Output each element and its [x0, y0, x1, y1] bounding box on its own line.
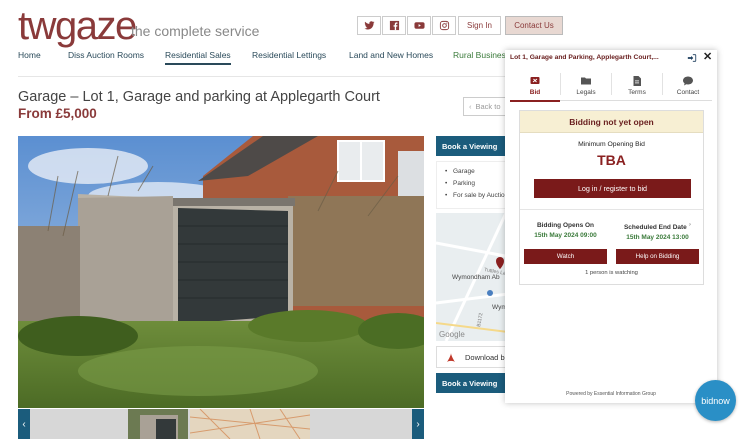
main-nav: Home Diss Auction Rooms Residential Sale… [0, 50, 520, 66]
back-label: Back to [475, 102, 501, 111]
download-label: Download b [465, 352, 505, 362]
widget-title: Lot 1, Garage and Parking, Applegarth Co… [510, 54, 659, 61]
contact-us-button[interactable]: Contact Us [505, 16, 563, 35]
close-icon[interactable]: ✕ [703, 52, 712, 63]
end-block: Scheduled End Date ? 15th May 2024 13:00 [612, 222, 703, 241]
pdf-icon [447, 353, 455, 362]
bidnow-button[interactable]: bidnow [695, 380, 736, 421]
tab-label: Terms [628, 89, 646, 96]
tab-label: Contact [676, 89, 700, 96]
nav-item-diss-auction-rooms[interactable]: Diss Auction Rooms [68, 50, 144, 60]
youtube-icon[interactable] [407, 16, 431, 35]
watch-button[interactable]: Watch [524, 249, 607, 264]
map-poi-icon [487, 290, 493, 296]
tab-legals[interactable]: Legals [561, 67, 611, 101]
chevron-right-icon[interactable]: › [412, 409, 424, 439]
bid-widget: Lot 1, Garage and Parking, Applegarth Co… [505, 50, 717, 403]
page-title: Garage – Lot 1, Garage and parking at Ap… [18, 89, 380, 105]
powered-by[interactable]: Powered by Essential Information Group [505, 391, 717, 397]
nav-item-rural-business[interactable]: Rural Business [453, 50, 510, 60]
help-icon[interactable]: ? [689, 222, 691, 227]
tab-contact[interactable]: Contact [663, 67, 713, 101]
main-photo[interactable] [18, 136, 424, 408]
tab-bid[interactable]: Bid [510, 67, 560, 102]
tab-label: Legals [576, 89, 596, 96]
chevron-left-icon: ‹ [469, 102, 472, 111]
map-road-label-2: B1172 [476, 312, 484, 327]
map-place-label: Wymondham Ab [452, 274, 500, 281]
document-icon [633, 76, 641, 86]
thumbnail-map[interactable] [189, 409, 311, 439]
gavel-icon [530, 77, 540, 84]
nav-item-residential-lettings[interactable]: Residential Lettings [252, 50, 326, 60]
feature-item: For sale by Auction [437, 190, 515, 202]
widget-tabs: Bid Legals Terms Contact [510, 67, 713, 102]
bid-panel: Bidding not yet open Minimum Opening Bid… [519, 110, 704, 285]
instagram-icon[interactable] [432, 16, 456, 35]
feature-list: Garage Parking For sale by Auction [436, 161, 516, 209]
nav-item-residential-sales[interactable]: Residential Sales [165, 50, 231, 65]
login-icon[interactable] [687, 53, 697, 63]
end-label: Scheduled End Date [623, 224, 687, 232]
location-map[interactable]: Tuttles La W B1172 Wymondham Ab Wym Goog… [436, 213, 516, 341]
watching-count: 1 person is watching [585, 270, 638, 276]
opens-label: Bidding Opens On [536, 222, 595, 229]
site-tagline: the complete service [131, 23, 260, 39]
chevron-left-icon[interactable]: ‹ [18, 409, 30, 439]
help-on-bidding-button[interactable]: Help on Bidding [616, 249, 699, 264]
twitter-icon[interactable] [357, 16, 381, 35]
folder-icon [581, 77, 591, 85]
site-logo[interactable]: twgaze [18, 4, 137, 49]
min-bid-value: TBA [597, 152, 626, 168]
min-bid-label: Minimum Opening Bid [578, 141, 645, 148]
login-register-button[interactable]: Log in / register to bid [534, 179, 691, 198]
book-viewing-button[interactable]: Book a Viewing [436, 136, 516, 156]
opens-value: 15th May 2024 09:00 [534, 232, 597, 239]
facebook-icon[interactable] [382, 16, 406, 35]
status-badge: Bidding not yet open [520, 111, 703, 133]
tab-label: Bid [529, 89, 541, 96]
header-divider [18, 76, 518, 77]
thumbnail-strip: ‹ › [18, 409, 424, 439]
nav-item-home[interactable]: Home [18, 50, 41, 60]
panel-divider [520, 209, 703, 210]
feature-item: Garage [437, 166, 515, 178]
feature-item: Parking [437, 178, 515, 190]
download-brochure-button[interactable]: Download b [436, 346, 516, 368]
map-pin-icon [496, 257, 504, 269]
book-viewing-button-2[interactable]: Book a Viewing [436, 373, 516, 393]
sign-in-button[interactable]: Sign In [458, 16, 501, 35]
listing-price: From £5,000 [18, 106, 97, 121]
end-value: 15th May 2024 13:00 [626, 234, 689, 242]
google-logo: Google [439, 330, 465, 339]
opens-block: Bidding Opens On 15th May 2024 09:00 [520, 222, 611, 239]
tab-terms[interactable]: Terms [612, 67, 662, 101]
chat-icon [683, 76, 693, 86]
nav-item-land-new-homes[interactable]: Land and New Homes [349, 50, 433, 60]
thumbnail-photo[interactable] [128, 409, 188, 439]
